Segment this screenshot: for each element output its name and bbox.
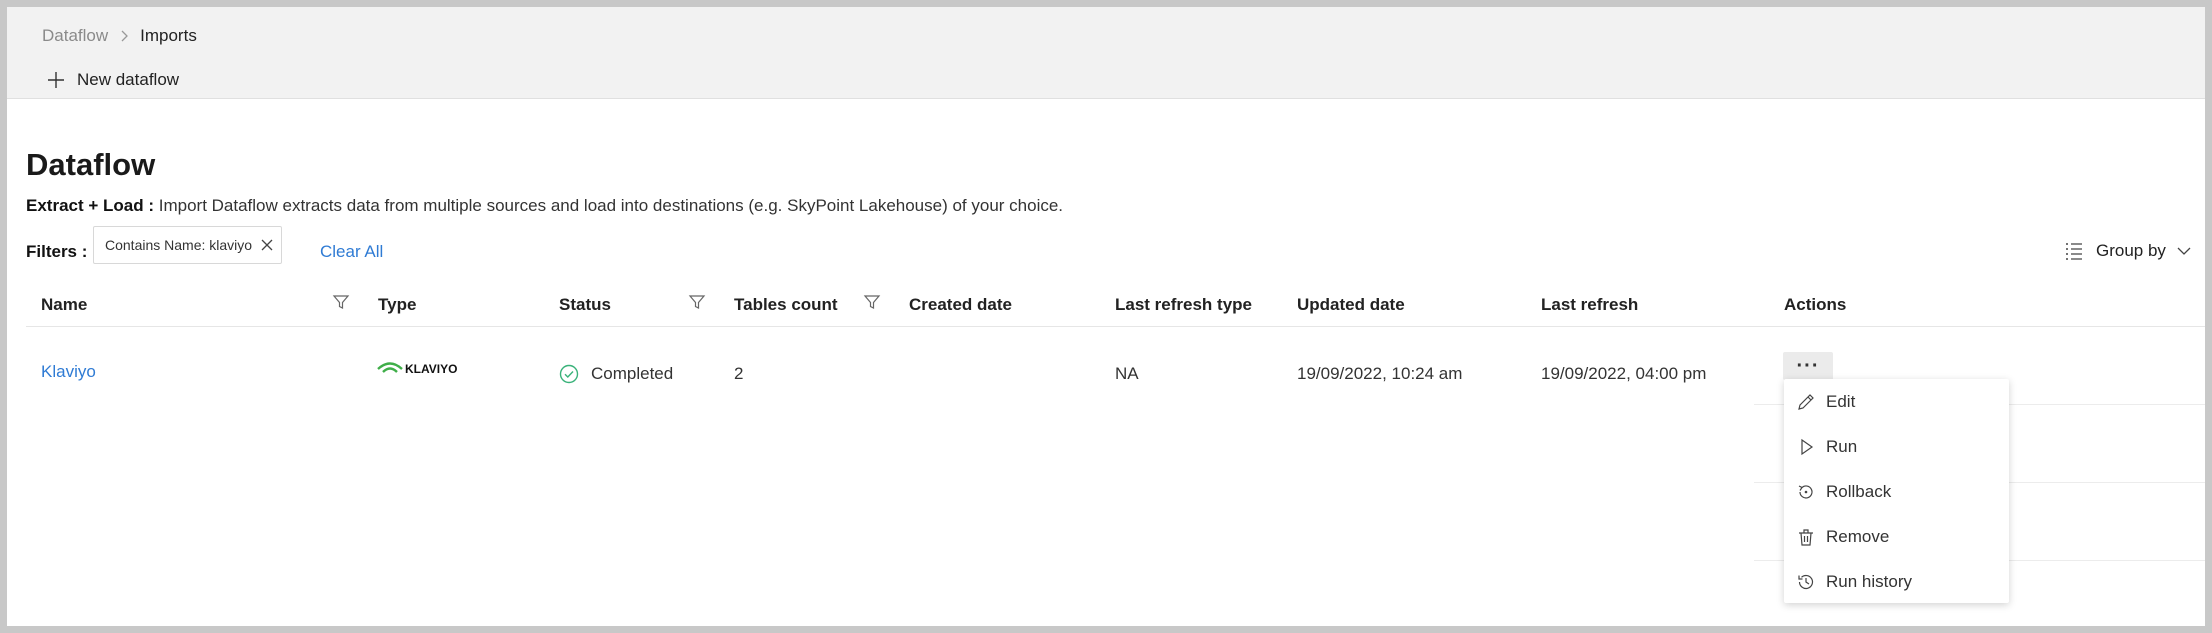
column-header-tables-count: Tables count xyxy=(734,295,838,314)
description-text: Import Dataflow extracts data from multi… xyxy=(154,196,1064,215)
app-frame: Dataflow Imports New dataflow Dataflow E… xyxy=(7,7,2205,626)
last-refresh-type-value: NA xyxy=(1115,364,1139,383)
clear-all-link[interactable]: Clear All xyxy=(320,242,383,262)
tables-count-value: 2 xyxy=(734,364,744,383)
actions-menu: Edit Run Rollback Remove Run history xyxy=(1784,379,2009,603)
group-by-label: Group by xyxy=(2096,241,2166,260)
menu-item-remove[interactable]: Remove xyxy=(1784,514,2009,559)
menu-item-run[interactable]: Run xyxy=(1784,424,2009,469)
description-bold: Extract + Load : xyxy=(26,196,155,215)
play-icon xyxy=(1801,438,1814,455)
top-bar: Dataflow Imports New dataflow xyxy=(7,7,2205,99)
close-icon[interactable] xyxy=(260,238,274,252)
column-header-last-refresh: Last refresh xyxy=(1541,295,1639,314)
new-dataflow-label: New dataflow xyxy=(77,70,180,89)
status-cell: Completed xyxy=(559,364,673,384)
column-header-updated-date: Updated date xyxy=(1297,295,1405,314)
dataflow-name-link[interactable]: Klaviyo xyxy=(41,362,96,382)
column-header-last-refresh-type: Last refresh type xyxy=(1115,295,1252,314)
status-text: Completed xyxy=(591,364,674,383)
column-header-name: Name xyxy=(41,295,88,314)
column-header-created-date: Created date xyxy=(909,295,1012,314)
plus-icon xyxy=(48,72,64,88)
check-circle-icon xyxy=(559,364,579,384)
menu-item-label: Run xyxy=(1826,436,1858,456)
menu-item-rollback[interactable]: Rollback xyxy=(1784,469,2009,514)
menu-item-label: Edit xyxy=(1826,391,1856,411)
row-actions-button[interactable]: ··· xyxy=(1783,352,1833,380)
filter-chip-label: Contains Name: klaviyo xyxy=(105,237,253,253)
trash-icon xyxy=(1799,528,1813,546)
updated-date-value: 19/09/2022, 10:24 am xyxy=(1297,364,1463,383)
last-refresh-value: 19/09/2022, 04:00 pm xyxy=(1541,364,1707,383)
klaviyo-logo-text: KLAVIYO xyxy=(405,362,457,376)
chevron-down-icon xyxy=(2177,247,2191,255)
menu-item-edit[interactable]: Edit xyxy=(1784,379,2009,424)
group-by-button[interactable]: Group by xyxy=(2064,241,2192,261)
filter-icon[interactable] xyxy=(332,293,350,311)
breadcrumb-dataflow[interactable]: Dataflow xyxy=(42,26,108,46)
menu-item-run-history[interactable]: Run history xyxy=(1784,559,2009,604)
chevron-right-icon xyxy=(121,30,129,42)
filter-icon[interactable] xyxy=(863,293,881,311)
klaviyo-logo: KLAVIYO xyxy=(377,362,457,376)
breadcrumb-imports: Imports xyxy=(140,26,197,45)
breadcrumb: Dataflow Imports xyxy=(42,26,197,46)
page-title: Dataflow xyxy=(26,147,156,182)
rollback-icon xyxy=(1798,484,1813,499)
history-icon xyxy=(1798,574,1814,589)
group-list-icon xyxy=(2066,243,2082,260)
table-header-divider xyxy=(26,326,2205,327)
pencil-icon xyxy=(1798,393,1814,410)
column-header-status: Status xyxy=(559,295,611,314)
column-header-type: Type xyxy=(378,295,417,314)
menu-item-label: Remove xyxy=(1826,526,1890,546)
filter-chip: Contains Name: klaviyo xyxy=(93,226,282,264)
menu-item-label: Rollback xyxy=(1826,481,1892,501)
new-dataflow-button[interactable]: New dataflow xyxy=(47,70,179,90)
menu-item-label: Run history xyxy=(1826,571,1912,591)
page-description: Extract + Load : Import Dataflow extract… xyxy=(26,196,1063,216)
filters-label: Filters : xyxy=(26,242,88,261)
column-header-actions: Actions xyxy=(1784,295,1847,314)
filter-icon[interactable] xyxy=(688,293,706,311)
